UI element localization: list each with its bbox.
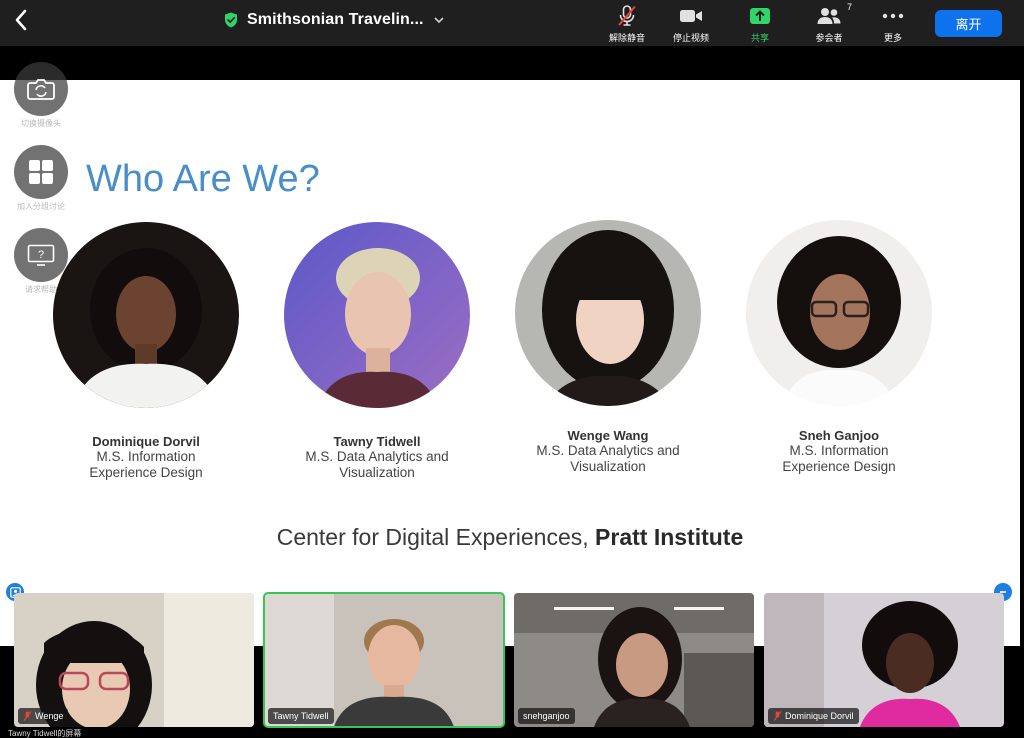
shield-check-icon (225, 12, 237, 28)
video-tile-participant[interactable]: snehganjoo (514, 593, 754, 727)
switch-camera-label: 切换摄像头 (21, 119, 61, 128)
ask-for-help-button[interactable]: ? 请求帮助 (14, 228, 68, 294)
video-tile-participant[interactable]: Dominique Dorvil (764, 593, 1004, 727)
organization-line: Center for Digital Experiences, Pratt In… (0, 524, 1020, 551)
back-button[interactable] (8, 6, 34, 34)
meeting-title-dropdown[interactable]: Smithsonian Travelin... (224, 9, 445, 31)
video-camera-icon (680, 10, 702, 22)
video-tile-active-speaker[interactable]: Tawny Tidwell (263, 592, 505, 728)
participants-label: 参会者 (815, 33, 843, 43)
leave-meeting-button[interactable]: 离开 (935, 10, 1002, 37)
video-tile-participant[interactable]: Wenge (14, 593, 254, 727)
member-program-line2: Visualization (570, 459, 646, 474)
more-dots-icon (882, 13, 904, 19)
participant-name: snehganjoo (523, 711, 570, 721)
participants-icon (817, 8, 841, 24)
switch-camera-button[interactable]: 切换摄像头 (14, 62, 68, 128)
more-label: 更多 (883, 33, 902, 43)
member-program-line2: Experience Design (782, 459, 896, 474)
member-program-line2: Visualization (339, 465, 415, 480)
share-screen-icon (750, 8, 770, 24)
unmute-button[interactable]: 解除静音 (599, 4, 655, 44)
team-member-card: Tawny Tidwell M.S. Data Analytics and Vi… (267, 222, 487, 481)
institution-name: Pratt Institute (595, 524, 744, 550)
participants-button[interactable]: 7 参会者 (801, 2, 857, 44)
profile-photo (53, 222, 239, 408)
member-program: M.S. Data Analytics and (305, 449, 449, 464)
member-name: Dominique Dorvil (92, 434, 200, 449)
unmute-label: 解除静音 (608, 33, 645, 43)
switch-camera-icon (27, 79, 55, 100)
profile-photo (746, 220, 932, 406)
slide-title: Who Are We? (86, 158, 320, 200)
stop-video-button[interactable]: 停止视频 (663, 4, 719, 44)
participant-name: Wenge (35, 711, 64, 721)
shared-screen-slide: Who Are We? Dominique Dorvil M.S. Inform… (0, 80, 1020, 646)
participant-name-tag: Dominique Dorvil (768, 708, 859, 724)
share-screen-button[interactable]: 共享 (732, 4, 788, 44)
member-program: M.S. Data Analytics and (536, 443, 680, 458)
microphone-muted-icon (23, 711, 32, 721)
breakout-rooms-icon (29, 160, 53, 184)
team-member-card: Dominique Dorvil M.S. Information Experi… (36, 222, 256, 481)
team-member-card: Wenge Wang M.S. Data Analytics and Visua… (498, 220, 718, 475)
share-label: 共享 (750, 33, 769, 43)
microphone-muted-icon (618, 5, 636, 26)
breakout-rooms-button[interactable]: 加入分组讨论 (14, 145, 68, 211)
profile-photo (515, 220, 701, 406)
member-name: Sneh Ganjoo (798, 428, 880, 443)
member-program: M.S. Information (96, 449, 196, 464)
meeting-toolbar: Smithsonian Travelin... 解除静音 停止视频 共享 7 参… (0, 0, 1024, 46)
participant-name-tag: Tawny Tidwell (268, 708, 334, 724)
participant-name: Dominique Dorvil (785, 711, 854, 721)
member-name: Wenge Wang (567, 428, 649, 443)
microphone-muted-icon (773, 711, 782, 721)
meeting-title: Smithsonian Travelin... (247, 11, 424, 28)
member-name: Tawny Tidwell (333, 434, 421, 449)
organization-name: Center for Digital Experiences, (276, 524, 596, 550)
svg-text:?: ? (38, 249, 44, 261)
screen-share-caption: Tawny Tidwell的屏幕 (8, 729, 82, 738)
participant-count: 7 (846, 2, 852, 12)
member-program: M.S. Information (789, 443, 889, 458)
profile-photo (284, 222, 470, 408)
stop-video-label: 停止视频 (672, 33, 709, 43)
ask-for-help-icon: ? (27, 244, 55, 266)
chevron-down-icon (434, 17, 444, 24)
participant-name-tag: snehganjoo (518, 708, 575, 724)
member-program-line2: Experience Design (89, 465, 203, 480)
chevron-left-icon (15, 9, 27, 31)
breakout-rooms-label: 加入分组讨论 (17, 202, 65, 211)
ask-for-help-label: 请求帮助 (25, 285, 57, 294)
participant-name-tag: Wenge (18, 708, 69, 724)
participant-name: Tawny Tidwell (273, 711, 329, 721)
team-member-card: Sneh Ganjoo M.S. Information Experience … (729, 220, 949, 475)
more-button[interactable]: 更多 (865, 4, 921, 44)
